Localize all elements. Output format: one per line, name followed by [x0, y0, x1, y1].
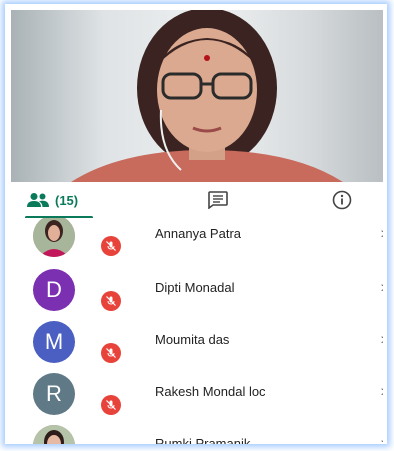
participant-row[interactable]: M Moumita das >	[11, 316, 383, 368]
app-frame: (15) Annanya Patra D Dipti Monadal M Mou…	[5, 4, 387, 444]
chevron-right-icon[interactable]: >	[381, 332, 383, 347]
chevron-right-icon[interactable]: >	[381, 226, 383, 241]
participant-name: Rumki Pramanik	[155, 436, 251, 444]
participant-avatar-letter: R	[33, 373, 75, 415]
tab-chat[interactable]	[135, 182, 301, 218]
chevron-right-icon[interactable]: >	[381, 436, 383, 444]
participant-name: Moumita das	[155, 332, 230, 347]
speaker-figure	[71, 10, 343, 182]
participant-name: Dipti Monadal	[155, 280, 235, 295]
speaker-video	[11, 10, 383, 182]
participant-avatar-letter: D	[33, 269, 75, 311]
participant-row[interactable]: Annanya Patra >	[11, 218, 383, 264]
participant-row[interactable]: Rumki Pramanik >	[11, 420, 383, 444]
mic-muted-icon	[101, 236, 121, 256]
info-icon	[332, 190, 352, 210]
participant-avatar-photo	[33, 218, 75, 257]
mic-muted-icon	[101, 291, 121, 311]
participant-name: Rakesh Mondal loc	[155, 384, 266, 399]
tab-bar: (15)	[11, 182, 383, 219]
tab-participants[interactable]: (15)	[11, 182, 135, 219]
chevron-right-icon[interactable]: >	[381, 280, 383, 295]
participant-list: Annanya Patra > D Dipti Monadal > M Moum…	[11, 218, 383, 444]
mic-muted-icon	[101, 343, 121, 363]
participant-avatar-photo	[33, 425, 75, 444]
participant-name: Annanya Patra	[155, 226, 242, 241]
people-icon	[27, 193, 49, 207]
participant-row[interactable]: R Rakesh Mondal loc >	[11, 368, 383, 420]
participant-avatar-letter: M	[33, 321, 75, 363]
mic-muted-icon	[101, 395, 121, 415]
participants-count: (15)	[55, 192, 79, 208]
chat-icon	[208, 191, 228, 209]
tab-info[interactable]	[301, 182, 383, 218]
participant-row[interactable]: D Dipti Monadal >	[11, 264, 383, 316]
chevron-right-icon[interactable]: >	[381, 384, 383, 399]
